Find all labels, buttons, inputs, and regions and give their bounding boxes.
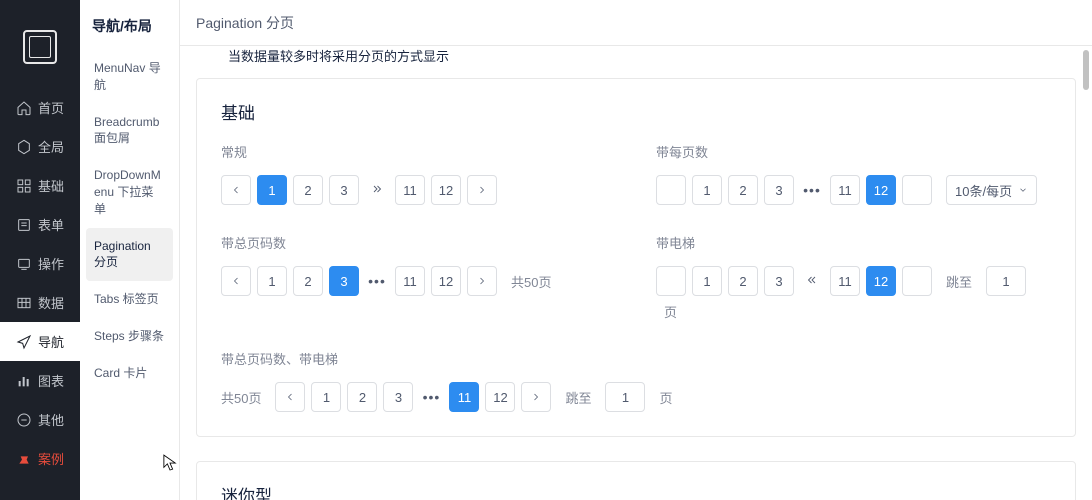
prev-button[interactable] [656, 175, 686, 205]
sidebar-group-title: 导航/布局 [80, 16, 179, 50]
page-title: Pagination 分页 [196, 13, 294, 33]
section-label: 带电梯 [656, 233, 1051, 252]
page-button[interactable]: 11 [395, 266, 425, 296]
section-label: 带总页码数、带电梯 [221, 349, 1051, 368]
nav-label: 图表 [38, 371, 64, 390]
scrollbar-thumb[interactable] [1083, 50, 1089, 90]
nav-label: 导航 [38, 332, 64, 351]
prev-button[interactable] [221, 175, 251, 205]
page-button[interactable]: 11 [395, 175, 425, 205]
secondary-sidebar: 导航/布局 MenuNav 导航 Breadcrumb 面包屑 DropDown… [80, 0, 180, 500]
next-button[interactable] [467, 175, 497, 205]
page-button[interactable]: 12 [431, 266, 461, 296]
menu-item-dropdown[interactable]: DropDownMenu 下拉菜单 [86, 157, 173, 227]
jump-unit: 页 [664, 302, 677, 321]
page-button[interactable]: 3 [764, 175, 794, 205]
page-button[interactable]: 12 [866, 266, 896, 296]
prev-button[interactable] [656, 266, 686, 296]
total-text: 共50页 [221, 388, 261, 407]
nav-label: 操作 [38, 254, 64, 273]
nav-home[interactable]: 首页 [0, 88, 80, 127]
page-button[interactable]: 11 [830, 266, 860, 296]
page-button[interactable]: 2 [347, 382, 377, 412]
nav-other[interactable]: 其他 [0, 400, 80, 439]
pagination-total: 1 2 3 ••• 11 12 共50页 [221, 266, 616, 296]
menu-item-pagination[interactable]: Pagination 分页 [86, 228, 173, 282]
nav-label: 基础 [38, 176, 64, 195]
jump-input[interactable] [605, 382, 645, 412]
menu-item-breadcrumb[interactable]: Breadcrumb 面包屑 [86, 104, 173, 158]
page-button[interactable]: 2 [728, 175, 758, 205]
page-button[interactable]: 1 [311, 382, 341, 412]
next-button[interactable] [902, 266, 932, 296]
nav-data[interactable]: 数据 [0, 283, 80, 322]
page-button[interactable]: 12 [866, 175, 896, 205]
jump-input[interactable] [986, 266, 1026, 296]
main-content: Pagination 分页 当数据量较多时将采用分页的方式显示 基础 常规 1 … [180, 0, 1092, 500]
nav-label: 表单 [38, 215, 64, 234]
nav-basic[interactable]: 基础 [0, 166, 80, 205]
total-text: 共50页 [511, 272, 551, 291]
card-mini: 迷你型 [196, 461, 1076, 500]
jump-label: 跳至 [946, 272, 972, 291]
pagination-total-elevator: 共50页 1 2 3 ••• 11 12 跳至 页 [221, 382, 1051, 412]
nav-label: 数据 [38, 293, 64, 312]
page-button[interactable]: 1 [257, 175, 287, 205]
page-header: Pagination 分页 [180, 0, 1092, 46]
back-jump-icon[interactable] [800, 273, 824, 289]
page-button[interactable]: 3 [329, 175, 359, 205]
page-button[interactable]: 3 [383, 382, 413, 412]
nav-label: 其他 [38, 410, 64, 429]
pagination-elevator: 1 2 3 11 12 跳至 页 [656, 266, 1051, 321]
menu-item-tabs[interactable]: Tabs 标签页 [86, 281, 173, 318]
prev-button[interactable] [275, 382, 305, 412]
jump-label: 跳至 [565, 388, 591, 407]
page-button[interactable]: 11 [449, 382, 479, 412]
page-size-select[interactable]: 10条/每页 [946, 175, 1037, 205]
ellipsis-icon[interactable]: ••• [365, 273, 389, 289]
prev-button[interactable] [221, 266, 251, 296]
section-label: 带总页码数 [221, 233, 616, 252]
menu-item-card[interactable]: Card 卡片 [86, 355, 173, 392]
nav-navigation[interactable]: 导航 [0, 322, 80, 361]
card-title: 迷你型 [221, 482, 1051, 500]
next-button[interactable] [902, 175, 932, 205]
section-label: 常规 [221, 142, 616, 161]
jump-unit: 页 [659, 388, 672, 407]
page-button[interactable]: 12 [431, 175, 461, 205]
pagination-perpage: 1 2 3 ••• 11 12 10条/每页 [656, 175, 1051, 205]
next-button[interactable] [521, 382, 551, 412]
menu-item-steps[interactable]: Steps 步骤条 [86, 318, 173, 355]
pagination-basic: 1 2 3 11 12 [221, 175, 616, 205]
card-title: 基础 [221, 99, 1051, 124]
nav-cases[interactable]: 案例 [0, 439, 80, 478]
nav-form[interactable]: 表单 [0, 205, 80, 244]
ellipsis-icon[interactable]: ••• [800, 182, 824, 198]
page-button[interactable]: 12 [485, 382, 515, 412]
page-button[interactable]: 2 [293, 266, 323, 296]
logo-icon[interactable] [23, 30, 57, 64]
page-button[interactable]: 3 [329, 266, 359, 296]
nav-global[interactable]: 全局 [0, 127, 80, 166]
forward-jump-icon[interactable] [365, 182, 389, 198]
nav-chart[interactable]: 图表 [0, 361, 80, 400]
nav-label: 案例 [38, 449, 64, 468]
nav-label: 首页 [38, 98, 64, 117]
nav-label: 全局 [38, 137, 64, 156]
truncated-description: 当数据量较多时将采用分页的方式显示 [228, 46, 918, 64]
page-button[interactable]: 11 [830, 175, 860, 205]
next-button[interactable] [467, 266, 497, 296]
page-button[interactable]: 2 [293, 175, 323, 205]
ellipsis-icon[interactable]: ••• [419, 389, 443, 405]
page-button[interactable]: 3 [764, 266, 794, 296]
page-button[interactable]: 1 [692, 266, 722, 296]
section-label: 带每页数 [656, 142, 1051, 161]
nav-action[interactable]: 操作 [0, 244, 80, 283]
page-button[interactable]: 1 [257, 266, 287, 296]
card-basic: 基础 常规 1 2 3 11 12 带每页数 [196, 78, 1076, 437]
page-button[interactable]: 1 [692, 175, 722, 205]
primary-sidebar: 首页 全局 基础 表单 操作 数据 导航 图表 其他 案例 [0, 0, 80, 500]
page-button[interactable]: 2 [728, 266, 758, 296]
menu-item-menunav[interactable]: MenuNav 导航 [86, 50, 173, 104]
